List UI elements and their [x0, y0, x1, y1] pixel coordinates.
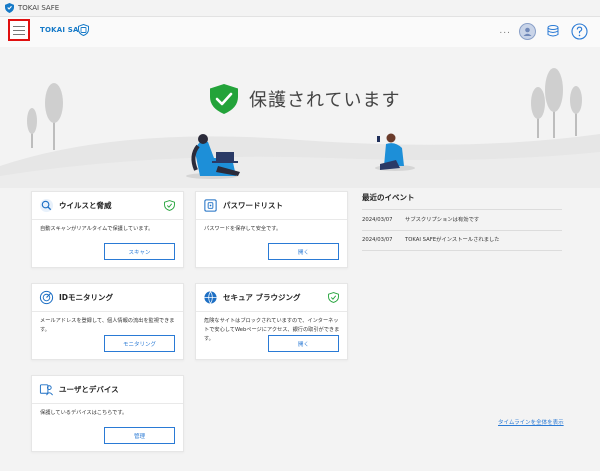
- event-row: 2024/03/07 TOKAI SAFEがインストールされました: [362, 230, 562, 251]
- menu-button[interactable]: [8, 19, 30, 41]
- manage-button[interactable]: 管理: [104, 427, 175, 444]
- event-date: 2024/03/07: [362, 217, 393, 223]
- card-virus-threat: ウイルスと脅威 自動スキャンがリアルタイムで保護しています。 スキャン: [31, 191, 184, 268]
- card-description: メールアドレスを登録して、個人情報の流出を監視できます。: [40, 318, 175, 333]
- id-monitoring-icon: [39, 290, 54, 305]
- window-title: TOKAI SAFE: [18, 4, 60, 12]
- event-row: 2024/03/07 サブスクリプションは有効です: [362, 210, 562, 231]
- users-devices-icon: [39, 384, 53, 396]
- card-description: 保護しているデバイスはこちらです。: [40, 410, 128, 416]
- card-secure-browsing: セキュア ブラウジング 危険なサイトはブロックされていますので、インターネットで…: [195, 283, 348, 360]
- hero-illustration: [0, 68, 600, 188]
- password-vault-icon: [204, 199, 217, 212]
- monitoring-button[interactable]: モニタリング: [104, 335, 175, 352]
- event-text: サブスクリプションは有効です: [405, 217, 480, 223]
- open-password-list-button[interactable]: 開く: [268, 243, 339, 260]
- account-avatar-icon[interactable]: [519, 22, 536, 40]
- recent-events-title: 最近のイベント: [362, 193, 415, 202]
- virus-scan-icon: [39, 198, 54, 213]
- hamburger-icon: [13, 26, 25, 27]
- card-description: 自動スキャンがリアルタイムで保護しています。: [40, 226, 154, 232]
- protected-check-icon: [328, 292, 339, 303]
- help-icon[interactable]: [570, 22, 588, 40]
- more-options-icon[interactable]: ...: [499, 26, 511, 36]
- scan-button[interactable]: スキャン: [104, 243, 175, 260]
- tokai-safe-logo-icon: [5, 3, 14, 13]
- window-titlebar: TOKAI SAFE: [0, 0, 600, 17]
- header-actions: ...: [499, 22, 588, 40]
- event-text: TOKAI SAFEがインストールされました: [405, 237, 500, 243]
- open-secure-browsing-button[interactable]: 開く: [268, 335, 339, 352]
- card-id-monitoring: IDモニタリング メールアドレスを登録して、個人情報の流出を監視できます。 モニ…: [31, 283, 184, 360]
- event-date: 2024/03/07: [362, 237, 393, 243]
- status-text: 保護されています: [249, 90, 401, 111]
- card-users-devices: ユーザとデバイス 保護しているデバイスはこちらです。 管理: [31, 375, 184, 452]
- globe-icon: [204, 291, 217, 304]
- devices-icon[interactable]: [544, 22, 562, 40]
- protection-status: 保護されています: [209, 83, 400, 115]
- card-title: IDモニタリング: [59, 293, 114, 302]
- card-title: パスワードリスト: [223, 201, 283, 210]
- brand-shield-icon: [78, 24, 89, 36]
- card-title: ユーザとデバイス: [59, 385, 119, 394]
- recent-events: 最近のイベント 2024/03/07 サブスクリプションは有効です 2024/0…: [362, 192, 562, 251]
- protected-shield-icon: [210, 84, 238, 114]
- view-timeline-link[interactable]: タイムラインを全体を表示: [498, 418, 564, 426]
- protected-check-icon: [164, 200, 175, 211]
- card-password-list: パスワードリスト パスワードを保存して安全です。 開く: [195, 191, 348, 268]
- card-title: ウイルスと脅威: [59, 201, 112, 210]
- card-title: セキュア ブラウジング: [223, 293, 301, 302]
- card-description: パスワードを保存して安全です。: [204, 226, 282, 232]
